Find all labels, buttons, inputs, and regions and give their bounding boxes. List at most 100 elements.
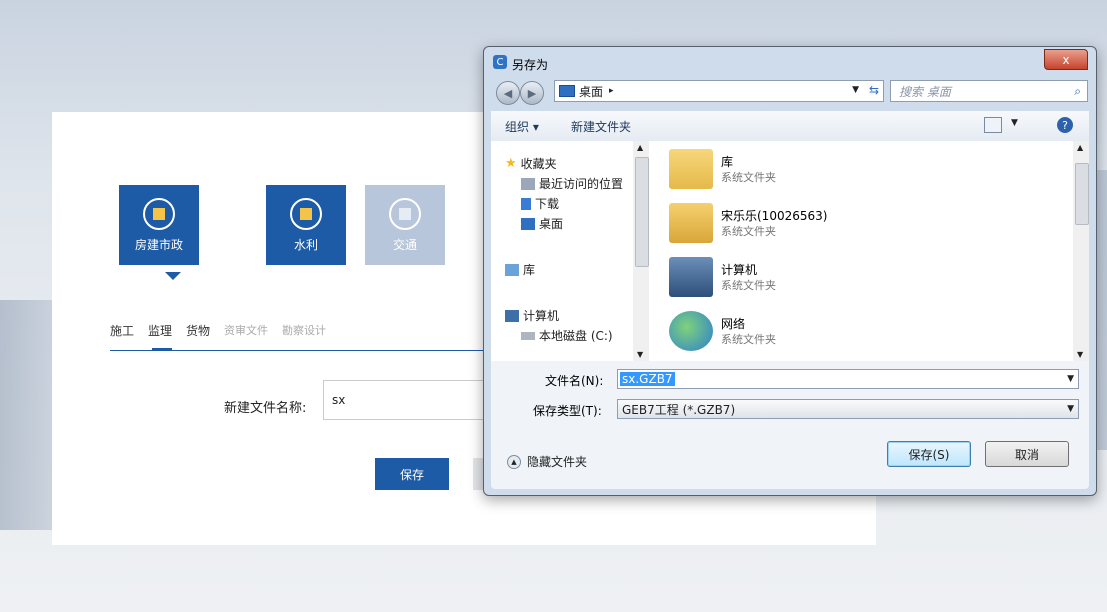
building-icon [143,197,175,230]
chevron-down-icon[interactable]: ▼ [1067,374,1074,384]
file-name: 库 [721,155,734,169]
file-type: 系统文件夹 [721,225,776,238]
filename-field[interactable]: sx.GZB7 ▼ [617,369,1079,389]
app-icon: C [493,55,507,69]
category-label: 水利 [293,237,318,252]
download-icon [521,197,531,210]
tab-bar: 施工 监理 货物 资审文件 勘察设计 [110,322,326,339]
scroll-up-icon[interactable]: ▲ [637,143,643,152]
nav-item-favorites[interactable]: ★ 收藏夹 [505,155,557,172]
scroll-down-icon[interactable]: ▼ [637,350,643,359]
network-icon [669,311,713,351]
nav-item-libraries[interactable]: 库 [505,261,535,278]
navigation-pane: ★ 收藏夹 最近访问的位置 下载 桌面 库 计算机 本地磁盘 (C:) [491,141,631,361]
library-icon [505,263,519,276]
nav-item-recent-places[interactable]: 最近访问的位置 [521,175,623,192]
nav-item-computer[interactable]: 计算机 [505,307,559,324]
tab-goods[interactable]: 货物 [186,322,210,339]
filetype-select[interactable]: GEB7工程 (*.GZB7) ▼ [617,399,1079,419]
filename-value[interactable]: sx.GZB7 [620,372,675,386]
active-tab-indicator [152,348,172,351]
file-list: 库 系统文件夹 宋乐乐(10026563) 系统文件夹 计算机 系统文件夹 网络… [651,141,1073,361]
save-as-dialog: C 另存为 x ◀ ▶ 桌面 ▸ ▼ ⇆ 搜索 桌面 ⌕ 组织 ▾ 新建文件夹 … [483,46,1097,496]
nav-item-local-disk[interactable]: 本地磁盘 (C:) [521,327,613,344]
list-item[interactable]: 宋乐乐(10026563) 系统文件夹 [669,201,1049,247]
content-scrollbar[interactable]: ▲ ▼ [1073,141,1089,361]
nav-item-desktop[interactable]: 桌面 [521,215,563,232]
category-label: 交通 [392,237,417,252]
nav-item-label: 桌面 [539,217,564,231]
dialog-title: 另存为 [512,58,549,72]
list-item[interactable]: 计算机 系统文件夹 [669,255,1049,301]
back-arrow-icon[interactable]: ◀ [496,81,520,105]
nav-scrollbar[interactable]: ▲ ▼ [633,141,649,361]
desktop-icon [521,217,535,230]
view-options-icon[interactable] [984,117,1002,133]
nav-item-downloads[interactable]: 下载 [521,195,559,212]
background-skyline-left [0,300,60,530]
computer-icon [669,257,713,297]
category-tile-housing[interactable]: 房建市政 [119,185,199,265]
tab-qualification[interactable]: 资审文件 [224,322,268,339]
new-folder-button[interactable]: 新建文件夹 [571,118,631,135]
help-icon[interactable]: ? [1057,117,1073,133]
tab-survey-design[interactable]: 勘察设计 [282,322,326,339]
file-type: 系统文件夹 [721,333,776,346]
navigation-bar: ◀ ▶ 桌面 ▸ ▼ ⇆ 搜索 桌面 ⌕ [492,80,1088,106]
address-bar[interactable]: 桌面 ▸ ▼ ⇆ [554,80,884,102]
hide-folders-toggle[interactable]: ▲ 隐藏文件夹 [507,453,587,470]
dialog-footer: 文件名(N): sx.GZB7 ▼ 保存类型(T): GEB7工程 (*.GZB… [491,361,1089,489]
star-icon: ★ [505,156,517,171]
category-tile-water[interactable]: 水利 [266,185,346,265]
nav-item-label: 收藏夹 [520,157,557,171]
scroll-thumb[interactable] [1075,163,1089,225]
search-input[interactable]: 搜索 桌面 ⌕ [890,80,1088,102]
nav-item-label: 计算机 [523,309,560,323]
filename-label: 文件名(N): [545,374,604,388]
chevron-down-icon[interactable]: ▼ [1011,118,1018,128]
close-button[interactable]: x [1044,49,1088,70]
scroll-down-icon[interactable]: ▼ [1077,350,1083,359]
tab-supervision[interactable]: 监理 [148,322,172,339]
scroll-thumb[interactable] [635,157,649,267]
dialog-titlebar[interactable]: C 另存为 x [484,47,1096,75]
nav-item-label: 最近访问的位置 [539,177,624,191]
selected-category-pointer [165,272,181,280]
nav-item-label: 库 [523,263,536,277]
file-type: 系统文件夹 [721,279,776,292]
file-name: 宋乐乐(10026563) [721,209,828,223]
chevron-down-icon[interactable]: ▼ [1067,404,1074,414]
hide-folders-label: 隐藏文件夹 [527,455,588,469]
road-icon [389,197,421,230]
filetype-value: GEB7工程 (*.GZB7) [622,402,736,417]
dialog-toolbar: 组织 ▾ 新建文件夹 ▼ ? [491,111,1089,142]
search-icon[interactable]: ⌕ [1074,84,1081,99]
file-type: 系统文件夹 [721,171,776,184]
tab-underline [110,350,530,351]
scroll-up-icon[interactable]: ▲ [1077,143,1083,152]
forward-arrow-icon[interactable]: ▶ [520,81,544,105]
address-path[interactable]: 桌面 [579,83,603,100]
tab-construction[interactable]: 施工 [110,322,134,339]
computer-icon [505,309,519,322]
save-button[interactable]: 保存 [375,458,449,490]
library-folder-icon [669,149,713,189]
water-gate-icon [290,197,322,230]
nav-item-label: 下载 [535,197,560,211]
path-separator[interactable]: ▸ [609,86,614,96]
recent-places-icon [521,177,535,190]
chevron-down-icon[interactable]: ▼ [852,85,859,95]
nav-item-label: 本地磁盘 (C:) [539,329,613,343]
file-name: 计算机 [721,263,758,277]
organize-menu[interactable]: 组织 ▾ [505,118,539,135]
list-item[interactable]: 网络 系统文件夹 [669,309,1049,355]
file-name: 网络 [721,317,746,331]
desktop-icon [559,85,575,97]
disk-icon [521,331,535,340]
cancel-button[interactable]: 取消 [985,441,1069,467]
refresh-icon[interactable]: ⇆ [869,83,879,97]
category-tile-traffic[interactable]: 交通 [365,185,445,265]
list-item[interactable]: 库 系统文件夹 [669,147,1049,193]
save-button[interactable]: 保存(S) [887,441,971,467]
chevron-up-icon: ▲ [507,454,521,469]
